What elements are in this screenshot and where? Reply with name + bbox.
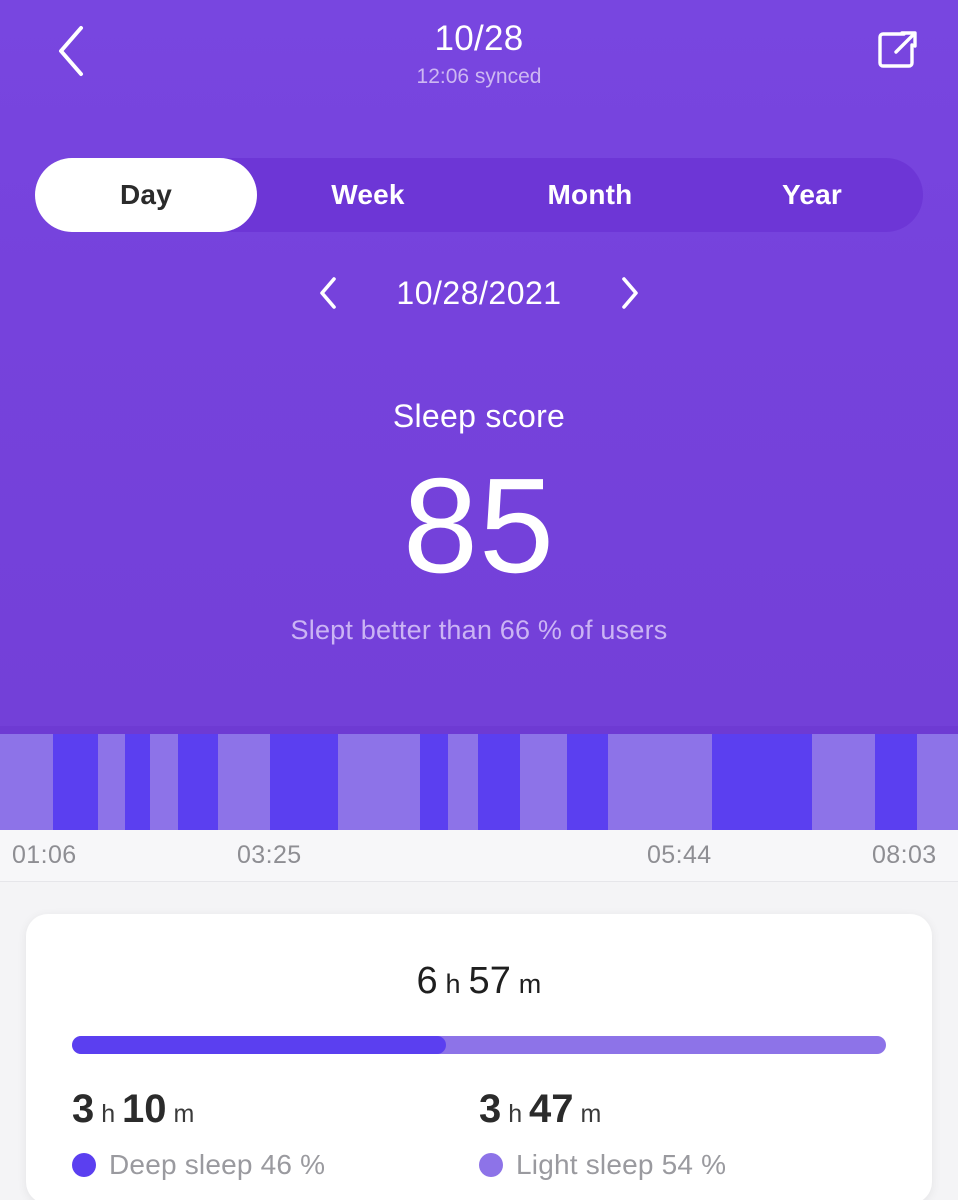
sleep-score-block: Sleep score 85 Slept better than 66 % of…	[0, 398, 958, 646]
share-button[interactable]	[866, 18, 930, 82]
total-minutes-unit: m	[511, 969, 541, 999]
hypnogram-segment-deep	[875, 734, 917, 830]
sleep-score-comparison: Slept better than 66 % of users	[0, 615, 958, 646]
hypnogram-segment-light	[448, 734, 478, 830]
tab-year-label: Year	[782, 179, 842, 211]
hypnogram-segment-light	[917, 734, 958, 830]
hypnogram-segments	[0, 734, 958, 830]
light-hours-value: 3	[479, 1087, 501, 1131]
deep-sleep-legend-label: Deep sleep 46 %	[109, 1149, 325, 1181]
hypnogram-segment-deep	[125, 734, 150, 830]
hypnogram-segment-light	[218, 734, 270, 830]
previous-day-button[interactable]	[306, 271, 350, 315]
total-minutes-value: 57	[468, 960, 511, 1002]
light-sleep-legend-label: Light sleep 54 %	[516, 1149, 726, 1181]
chevron-right-icon	[620, 276, 640, 310]
light-hours-unit: h	[501, 1100, 529, 1128]
sync-status: 12:06 synced	[0, 63, 958, 91]
light-minutes-unit: m	[574, 1100, 602, 1128]
light-minutes-value: 47	[529, 1087, 574, 1131]
total-sleep-duration: 6 h 57 m	[26, 960, 932, 1003]
axis-tick-label: 05:44	[647, 841, 712, 870]
deep-hours-value: 3	[72, 1087, 94, 1131]
hypnogram-segment-light	[338, 734, 420, 830]
light-sleep-color-dot	[479, 1153, 503, 1177]
tab-day-label: Day	[120, 179, 172, 211]
light-sleep-legend-row: Light sleep 54 %	[479, 1149, 886, 1181]
hypnogram-time-axis: 01:06 03:25 05:44 08:03	[0, 830, 958, 882]
hypnogram-segment-light	[812, 734, 875, 830]
axis-tick-label: 01:06	[12, 841, 77, 870]
tab-day[interactable]: Day	[35, 158, 257, 232]
share-external-icon	[877, 29, 919, 71]
tab-week[interactable]: Week	[257, 158, 479, 232]
deep-hours-unit: h	[94, 1100, 122, 1128]
sleep-summary-card: 6 h 57 m 3 h 10 m Deep sleep 46 % 3 h 47…	[26, 914, 932, 1200]
page-title: 10/28	[0, 18, 958, 60]
period-tabs: Day Week Month Year	[35, 158, 923, 232]
deep-sleep-stat: 3 h 10 m Deep sleep 46 %	[72, 1084, 479, 1181]
hypnogram-segment-deep	[478, 734, 520, 830]
tab-month[interactable]: Month	[479, 158, 701, 232]
deep-minutes-value: 10	[122, 1087, 167, 1131]
hypnogram-segment-deep	[270, 734, 338, 830]
hypnogram-segment-deep	[178, 734, 218, 830]
hypnogram-chart[interactable]	[0, 726, 958, 830]
light-sleep-duration: 3 h 47 m	[479, 1084, 886, 1139]
hypnogram-segment-light	[150, 734, 178, 830]
hypnogram-segment-light	[0, 734, 53, 830]
light-sleep-stat: 3 h 47 m Light sleep 54 %	[479, 1084, 886, 1181]
next-day-button[interactable]	[608, 271, 652, 315]
hypnogram-segment-deep	[53, 734, 98, 830]
deep-sleep-legend-row: Deep sleep 46 %	[72, 1149, 479, 1181]
top-bar: 10/28 12:06 synced	[0, 0, 958, 110]
hypnogram-segment-deep	[567, 734, 608, 830]
tab-year[interactable]: Year	[701, 158, 923, 232]
header-title-group: 10/28 12:06 synced	[0, 18, 958, 91]
sleep-ratio-bar	[72, 1036, 886, 1054]
hypnogram-segment-deep	[420, 734, 448, 830]
axis-tick-label: 08:03	[872, 841, 937, 870]
axis-tick-label: 03:25	[237, 841, 302, 870]
deep-sleep-duration: 3 h 10 m	[72, 1084, 479, 1139]
hypnogram-segment-light	[98, 734, 125, 830]
deep-sleep-color-dot	[72, 1153, 96, 1177]
deep-sleep-bar-fill	[72, 1036, 446, 1054]
tab-week-label: Week	[331, 179, 404, 211]
hypnogram-segment-deep	[712, 734, 812, 830]
sleep-stage-legend: 3 h 10 m Deep sleep 46 % 3 h 47 m Light …	[72, 1084, 886, 1181]
sleep-score-label: Sleep score	[0, 398, 958, 435]
hypnogram-segment-light	[520, 734, 567, 830]
sleep-score-value: 85	[0, 451, 958, 601]
total-hours-unit: h	[438, 969, 469, 999]
date-navigator: 10/28/2021	[0, 262, 958, 324]
total-hours-value: 6	[416, 960, 437, 1002]
tab-month-label: Month	[548, 179, 633, 211]
sleep-detail-screen: 10/28 12:06 synced Day Week Month Year	[0, 0, 958, 1200]
current-date: 10/28/2021	[396, 275, 561, 312]
hypnogram-segment-light	[608, 734, 712, 830]
chevron-left-icon	[318, 276, 338, 310]
deep-minutes-unit: m	[167, 1100, 195, 1128]
